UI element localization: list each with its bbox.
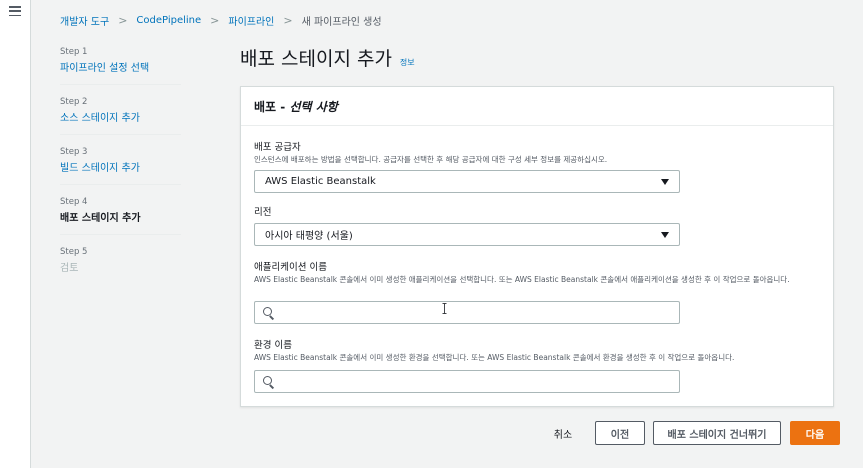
info-link[interactable]: 정보 [400,57,415,68]
panel-title: 배포 [254,100,277,114]
wizard-step-3: Step 3 빌드 스테이지 추가 [60,146,181,185]
environment-description: AWS Elastic Beanstalk 콘솔에서 이미 생성한 환경을 선택… [254,353,735,362]
text-cursor-icon [442,303,447,314]
region-select[interactable]: 아시아 태평양 (서울) [254,223,680,246]
provider-description: 인스턴스에 배포하는 방법을 선택합니다. 공급자를 선택한 후 해당 공급자에… [254,155,608,164]
deploy-panel: 배포 - 선택 사항 배포 공급자 인스턴스에 배포하는 방법을 선택합니다. … [240,86,834,407]
page-header: 배포 스테이지 추가 정보 [240,44,415,71]
breadcrumb-current: 새 파이프라인 생성 [301,16,382,28]
wizard-step-5: Step 5 검토 [60,246,181,284]
application-label: 애플리케이션 이름 [254,262,327,273]
step-number: Step 3 [60,147,88,157]
previous-button[interactable]: 이전 [595,421,645,445]
region-select-value: 아시아 태평양 (서울) [265,231,353,242]
application-field: 애플리케이션 이름 AWS Elastic Beanstalk 콘솔에서 이미 … [254,261,828,285]
provider-label: 배포 공급자 [254,142,301,153]
scrollbar-edge [863,0,867,468]
provider-field: 배포 공급자 인스턴스에 배포하는 방법을 선택합니다. 공급자를 선택한 후 … [254,141,828,165]
step-link-source-stage[interactable]: 소스 스테이지 추가 [60,111,181,126]
wizard-step-4: Step 4 배포 스테이지 추가 [60,196,181,235]
chevron-right-icon: > [210,13,220,27]
wizard-footer: 취소 이전 배포 스테이지 건너뛰기 다음 [0,421,867,445]
application-search-field[interactable] [254,301,680,324]
caret-down-icon [661,231,669,238]
page-title: 배포 스테이지 추가 [240,48,392,70]
environment-field: 환경 이름 AWS Elastic Beanstalk 콘솔에서 이미 생성한 … [254,339,828,363]
wizard-step-1: Step 1 파이프라인 설정 선택 [60,46,181,85]
step-number: Step 1 [60,47,88,57]
step-current-deploy-stage: 배포 스테이지 추가 [60,213,141,224]
provider-select-value: AWS Elastic Beanstalk [265,176,376,187]
cancel-button[interactable]: 취소 [548,421,578,445]
panel-title-optional: 선택 사항 [289,100,338,114]
search-icon [263,306,275,320]
application-search-input[interactable] [281,307,671,318]
step-review-disabled: 검토 [60,263,79,274]
environment-search-input[interactable] [281,376,671,387]
breadcrumb: 개발자 도구 > CodePipeline > 파이프라인 > 새 파이프라인 … [60,13,382,28]
step-number: Step 5 [60,247,88,257]
step-number: Step 4 [60,197,88,207]
panel-title-separator: - [276,100,290,114]
chevron-right-icon: > [118,13,128,27]
provider-select[interactable]: AWS Elastic Beanstalk [254,170,680,193]
search-icon [263,375,275,389]
step-number: Step 2 [60,97,88,107]
breadcrumb-pipelines[interactable]: 파이프라인 [228,13,274,28]
region-label: 리전 [254,207,272,218]
hamburger-menu-icon[interactable] [9,5,21,17]
left-nav-rail [0,0,31,468]
next-button[interactable]: 다음 [790,421,840,445]
skip-deploy-stage-button[interactable]: 배포 스테이지 건너뛰기 [653,421,781,445]
environment-search-field[interactable] [254,370,680,393]
environment-label: 환경 이름 [254,340,292,351]
breadcrumb-codepipeline[interactable]: CodePipeline [136,15,201,26]
step-link-pipeline-settings[interactable]: 파이프라인 설정 선택 [60,61,181,76]
step-link-build-stage[interactable]: 빌드 스테이지 추가 [60,161,181,176]
caret-down-icon [661,178,669,185]
wizard-steps: Step 1 파이프라인 설정 선택 Step 2 소스 스테이지 추가 Ste… [60,46,181,295]
region-field: 리전 [254,206,271,219]
wizard-step-2: Step 2 소스 스테이지 추가 [60,96,181,135]
application-description: AWS Elastic Beanstalk 콘솔에서 이미 생성한 애플리케이션… [254,275,790,284]
panel-header: 배포 - 선택 사항 [241,87,833,126]
chevron-right-icon: > [283,13,293,27]
breadcrumb-developer-tools[interactable]: 개발자 도구 [60,13,109,28]
